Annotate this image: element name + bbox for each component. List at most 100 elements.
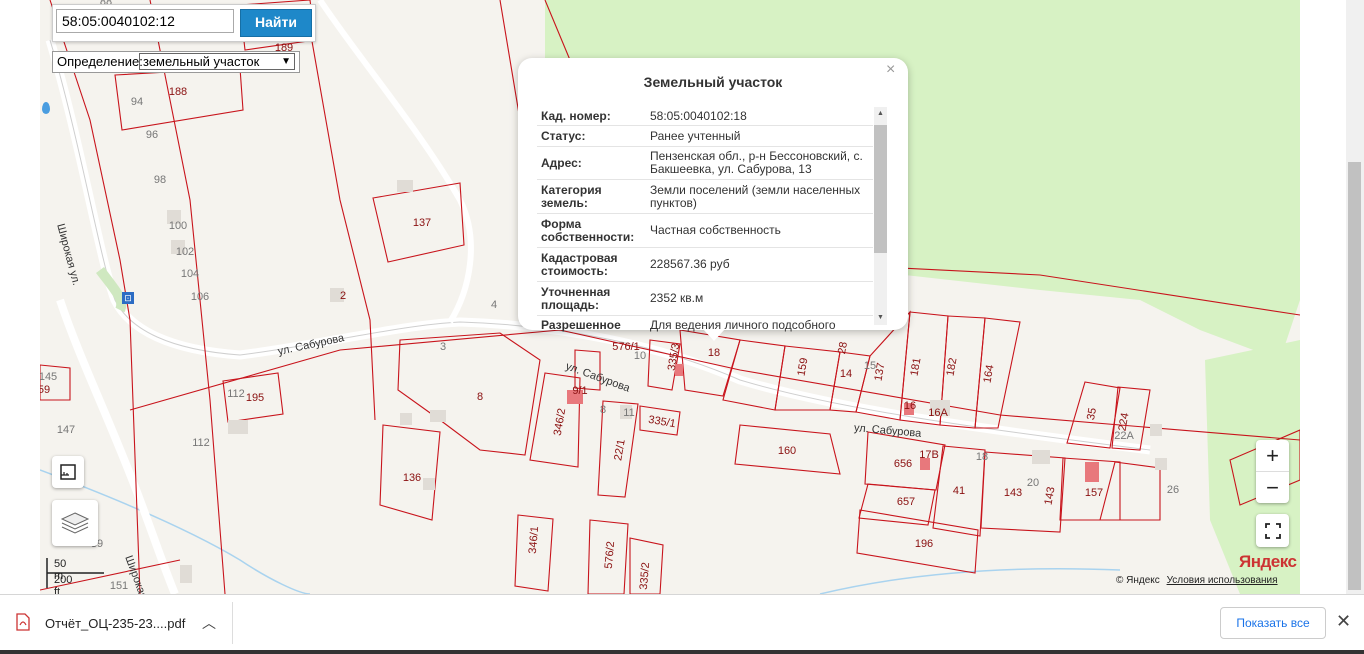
house-number: 10 [633, 350, 647, 362]
house-number: 112 [192, 437, 210, 449]
map-copyright: © Яндекс Условия использования [1116, 575, 1278, 586]
parcel-label: 16 [903, 400, 917, 412]
parcel-label: 2 [339, 290, 347, 302]
definition-select[interactable]: земельный участок ▼ [139, 53, 295, 70]
attr-key: Форма собственности: [541, 216, 635, 244]
table-row: Форма собственности: Частная собственност… [537, 214, 873, 248]
download-file-name[interactable]: Отчёт_ОЦ-235-23....pdf [45, 616, 185, 631]
house-number: 4 [490, 299, 498, 311]
window-bottom-edge [0, 650, 1364, 654]
attr-value: Для ведения личного подсобного [650, 317, 836, 332]
table-row: Кад. номер: 58:05:0040102:18 [537, 107, 873, 126]
parcel-label: 8 [476, 391, 484, 403]
popup-title: Земельный участок [643, 74, 783, 90]
house-number: 22А [1114, 430, 1134, 442]
parcel-label: 143 [1003, 487, 1023, 499]
house-number: 15 [863, 360, 877, 372]
copyright-text: © Яндекс [1116, 575, 1160, 586]
fullscreen-button[interactable] [1256, 514, 1289, 547]
table-row: Адрес: Пензенская обл., р-н Бессоновский,… [537, 147, 873, 180]
parcel-label: 18 [707, 347, 721, 359]
house-number: 145 [40, 371, 58, 383]
house-number: 20 [1026, 477, 1040, 489]
parcel-label: 28 [836, 340, 850, 356]
parcel-label: 346/1 [526, 525, 542, 555]
house-number: 100 [168, 220, 188, 232]
zoom-control: + − [1256, 440, 1289, 503]
attr-value: Ранее учтенный [650, 128, 741, 143]
ruler-tool-button[interactable] [52, 456, 84, 488]
house-number: 18 [975, 451, 989, 463]
house-number: 11 [623, 407, 635, 419]
parcel-label: 188 [168, 86, 188, 98]
water-drop-icon [42, 102, 50, 114]
definition-select-value: земельный участок [143, 54, 260, 69]
parcel-label: 137 [412, 217, 432, 229]
attr-value: Земли поселений (земли населенных пункто… [650, 182, 861, 210]
zoom-out-button[interactable]: − [1256, 472, 1289, 503]
attr-key: Статус: [541, 128, 586, 143]
house-number: 94 [130, 96, 144, 108]
attr-value: Частная собственность [650, 223, 781, 237]
chevron-down-icon: ▼ [281, 56, 291, 67]
parcel-label: 14 [839, 368, 853, 380]
show-all-downloads-button[interactable]: Показать все [1220, 607, 1326, 639]
search-button[interactable]: Найти [240, 9, 312, 37]
scroll-down-icon[interactable]: ▼ [877, 314, 884, 321]
table-row: Уточненная площадь: 2352 кв.м [537, 282, 873, 316]
house-number: 8 [599, 404, 607, 416]
attr-key: Категория земель: [541, 182, 602, 210]
layers-icon [60, 512, 90, 534]
popup-attribute-table: Кад. номер: 58:05:0040102:18 Статус: Ранее… [537, 107, 873, 334]
zoom-in-button[interactable]: + [1256, 440, 1289, 472]
definition-panel: Определение: земельный участок ▼ [52, 51, 300, 73]
attr-key: Кадастровая стоимость: [541, 250, 618, 278]
parcel-label: 656 [893, 458, 913, 470]
terms-link[interactable]: Условия использования [1167, 575, 1278, 586]
attr-value: 58:05:0040102:18 [650, 108, 747, 123]
cadastral-search-input[interactable] [56, 9, 234, 33]
table-row: Категория земель: Земли поселений (земли … [537, 180, 873, 214]
house-number: 96 [145, 129, 159, 141]
attr-key: Адрес: [541, 155, 582, 170]
parcel-label: 16А [928, 407, 948, 419]
layers-button[interactable] [52, 500, 98, 546]
table-row: Разрешенное Для ведения личного подсобног… [537, 316, 873, 334]
parcel-label: 41 [952, 485, 966, 497]
parcel-label: 9/1 [572, 385, 588, 397]
close-downloads-bar-button[interactable]: ✕ [1336, 611, 1351, 632]
parcel-label: 195 [245, 392, 265, 404]
attr-value: 228567.36 руб [650, 257, 730, 271]
parcel-label: 335/2 [637, 561, 653, 591]
attr-value: 2352 кв.м [650, 291, 704, 305]
page-scroll-thumb[interactable] [1348, 162, 1361, 590]
house-number: 112 [227, 388, 245, 400]
definition-label: Определение: [57, 54, 143, 69]
popup-scroll-thumb[interactable] [874, 125, 887, 253]
house-number: 3 [439, 341, 447, 353]
ruler-icon [60, 464, 76, 480]
parcel-label: 157 [1084, 487, 1104, 499]
attr-key: Разрешенное [541, 317, 621, 332]
popup-scrollbar[interactable]: ▲ ▼ [874, 107, 887, 325]
bus-stop-icon: ⊡ [122, 292, 134, 304]
chevron-up-icon[interactable]: ︿ [202, 613, 216, 633]
road-north [317, 0, 474, 324]
house-number: 106 [190, 291, 210, 303]
house-number: 98 [153, 174, 167, 186]
road-shirokaya-south [56, 298, 179, 594]
left-margin [0, 0, 40, 594]
table-row: Статус: Ранее учтенный [537, 126, 873, 147]
parcel-label: 17В [919, 449, 939, 461]
attr-key: Кад. номер: [541, 108, 611, 123]
house-number: 26 [1166, 484, 1180, 496]
right-margin [1300, 0, 1346, 594]
house-number: 147 [56, 424, 76, 436]
parcel-label: 160 [777, 445, 797, 457]
parcel-label: 196 [914, 538, 934, 550]
downloads-divider [232, 602, 233, 644]
house-number: 104 [180, 268, 200, 280]
scroll-up-icon[interactable]: ▲ [877, 110, 884, 117]
viewport: Широкая ул. ул. Сабурова ул. Сабурова ул… [0, 0, 1364, 654]
parcel-label: 35 [1085, 406, 1099, 422]
